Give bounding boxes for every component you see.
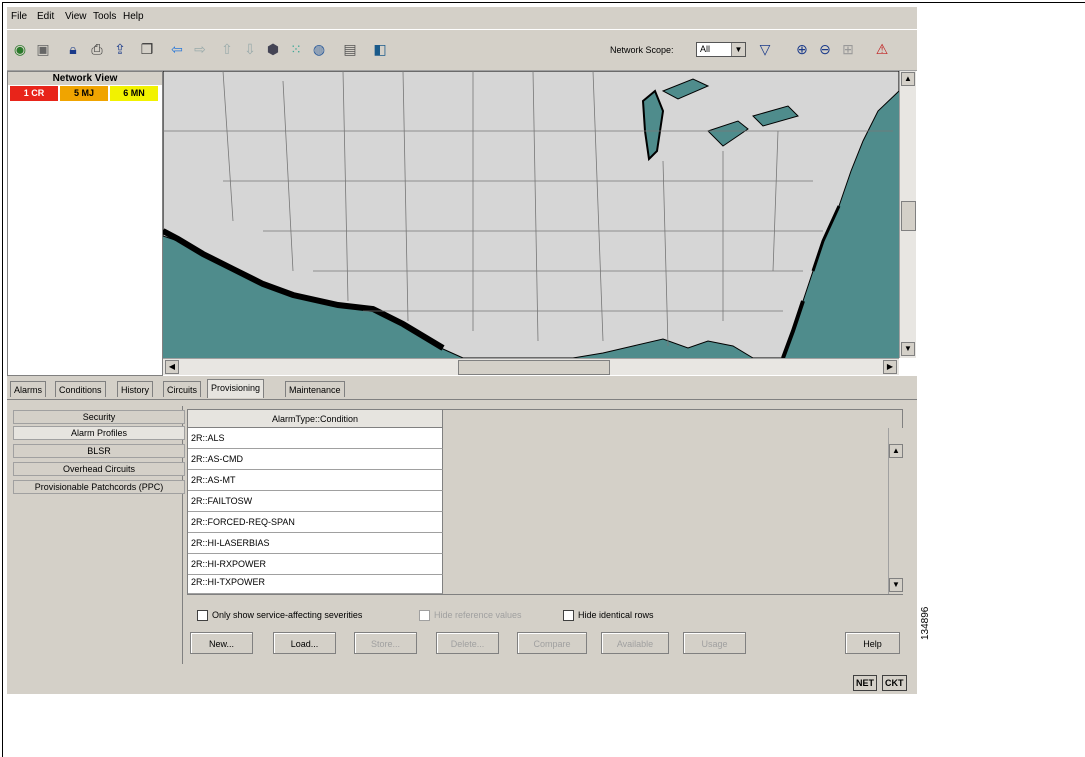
application-window: File Edit View Tools Help ◉ ▣ 🔒︎ ⎙ ⇪ ❐ ⇦… bbox=[7, 7, 917, 694]
table-row[interactable]: 2R::FORCED-REQ-SPAN bbox=[188, 512, 443, 533]
scroll-down-icon[interactable]: ▼ bbox=[889, 578, 903, 592]
table-row[interactable]: 2R::AS-CMD bbox=[188, 449, 443, 470]
delete-button[interactable]: Delete... bbox=[436, 632, 499, 654]
checkbox-box[interactable] bbox=[563, 610, 574, 622]
status-ckt: CKT bbox=[882, 675, 907, 691]
menu-edit[interactable]: Edit bbox=[37, 11, 54, 22]
scroll-up-icon[interactable]: ▲ bbox=[901, 72, 915, 86]
checkbox-hide-identical[interactable]: Hide identical rows bbox=[563, 610, 654, 622]
zoom-out-icon[interactable]: ⊖ bbox=[815, 39, 835, 59]
network-scope-label: Network Scope: bbox=[610, 45, 674, 55]
map-hscroll-thumb[interactable] bbox=[458, 360, 610, 375]
minor-alarm-badge[interactable]: 6 MN bbox=[110, 86, 158, 101]
table-vertical-scrollbar[interactable]: ▲ ▼ bbox=[888, 428, 903, 594]
print-icon[interactable]: ⎙ bbox=[87, 39, 107, 59]
pdf-icon[interactable]: ⚠ bbox=[872, 39, 892, 59]
help-button[interactable]: Help bbox=[845, 632, 900, 654]
menu-bar: File Edit View Tools Help bbox=[7, 7, 917, 27]
toolbar: ◉ ▣ 🔒︎ ⎙ ⇪ ❐ ⇦ ⇨ ⇧ ⇩ ⬢ ⁙ ◍ ▤ ◧ Network S… bbox=[7, 29, 917, 71]
side-item-alarm-profiles[interactable]: Alarm Profiles bbox=[13, 426, 185, 440]
compare-button[interactable]: Compare bbox=[517, 632, 587, 654]
tab-history[interactable]: History bbox=[117, 381, 154, 397]
load-button[interactable]: Load... bbox=[273, 632, 336, 654]
side-item-overhead-circuits[interactable]: Overhead Circuits bbox=[13, 462, 185, 476]
lock-icon[interactable]: 🔒︎ bbox=[63, 39, 83, 59]
globe-icon[interactable]: ◍ bbox=[309, 39, 329, 59]
tab-provisioning[interactable]: Provisioning bbox=[207, 379, 265, 398]
store-button[interactable]: Store... bbox=[354, 632, 417, 654]
table-row[interactable]: 2R::AS-MT bbox=[188, 470, 443, 491]
provisioning-panel: Security Alarm Profiles BLSR Overhead Ci… bbox=[7, 399, 917, 672]
tab-circuits[interactable]: Circuits bbox=[163, 381, 202, 397]
window-icon[interactable]: ❐ bbox=[137, 39, 157, 59]
table-row[interactable]: 2R::ALS bbox=[188, 428, 443, 449]
network-view-panel: Network View 1 CR 5 MJ 6 MN bbox=[7, 71, 163, 376]
network-scope-select[interactable]: All ▼ bbox=[696, 42, 746, 57]
side-item-security[interactable]: Security bbox=[13, 410, 185, 424]
checkbox-box[interactable] bbox=[197, 610, 208, 622]
alarm-profiles-table: AlarmType::Condition 2R::ALS 2R::AS-CMD … bbox=[187, 409, 903, 595]
map-horizontal-scrollbar[interactable]: ◀ ▶ bbox=[163, 358, 899, 375]
scroll-right-icon[interactable]: ▶ bbox=[883, 360, 897, 374]
table-row[interactable]: 2R::HI-RXPOWER bbox=[188, 554, 443, 575]
map-pane: ▲ ▼ ◀ ▶ bbox=[163, 71, 917, 376]
scroll-left-icon[interactable]: ◀ bbox=[165, 360, 179, 374]
network-map[interactable] bbox=[163, 71, 899, 358]
tab-bar: Alarms Conditions History Circuits Provi… bbox=[7, 379, 917, 399]
fit-icon[interactable]: ⊞ bbox=[838, 39, 858, 59]
tab-maintenance[interactable]: Maintenance bbox=[285, 381, 345, 397]
tab-alarms[interactable]: Alarms bbox=[10, 381, 47, 397]
checkbox-label: Hide reference values bbox=[434, 610, 522, 620]
menu-view[interactable]: View bbox=[65, 11, 87, 22]
figure-id: 134896 bbox=[920, 606, 931, 640]
checkbox-hide-reference[interactable]: Hide reference values bbox=[419, 610, 522, 622]
grid-icon[interactable]: ⁙ bbox=[286, 39, 306, 59]
home-icon[interactable]: ▣ bbox=[33, 39, 53, 59]
checkbox-label: Only show service-affecting severities bbox=[212, 610, 363, 620]
available-button[interactable]: Available bbox=[601, 632, 669, 654]
side-item-blsr[interactable]: BLSR bbox=[13, 444, 185, 458]
major-alarm-badge[interactable]: 5 MJ bbox=[60, 86, 108, 101]
chevron-down-icon: ▼ bbox=[731, 43, 745, 56]
menu-file[interactable]: File bbox=[11, 11, 27, 22]
network-view-title: Network View bbox=[8, 72, 162, 85]
map-vscroll-thumb[interactable] bbox=[901, 201, 916, 231]
status-net: NET bbox=[853, 675, 877, 691]
status-bar: NET CKT bbox=[7, 671, 917, 694]
new-button[interactable]: New... bbox=[190, 632, 253, 654]
down-icon[interactable]: ⇩ bbox=[240, 39, 260, 59]
scroll-down-icon[interactable]: ▼ bbox=[901, 342, 915, 356]
back-icon[interactable]: ⇦ bbox=[167, 39, 187, 59]
chart-icon[interactable]: ◧ bbox=[370, 39, 390, 59]
checkbox-label: Hide identical rows bbox=[578, 610, 654, 620]
network-scope-value: All bbox=[700, 44, 711, 54]
zoom-in-icon[interactable]: ⊕ bbox=[792, 39, 812, 59]
usage-button[interactable]: Usage bbox=[683, 632, 746, 654]
menu-tools[interactable]: Tools bbox=[93, 11, 116, 22]
globe-icon[interactable]: ◉ bbox=[10, 39, 30, 59]
tab-conditions[interactable]: Conditions bbox=[55, 381, 106, 397]
filter-icon[interactable]: ▽ bbox=[755, 39, 775, 59]
tile-icon[interactable]: ▤ bbox=[340, 39, 360, 59]
us-map-graphic bbox=[163, 71, 899, 358]
table-row[interactable]: 2R::HI-LASERBIAS bbox=[188, 533, 443, 554]
table-row[interactable]: 2R::FAILTOSW bbox=[188, 491, 443, 512]
up-icon[interactable]: ⇧ bbox=[217, 39, 237, 59]
column-header-alarmtype[interactable]: AlarmType::Condition bbox=[188, 410, 443, 428]
forward-icon[interactable]: ⇨ bbox=[190, 39, 210, 59]
scroll-up-icon[interactable]: ▲ bbox=[889, 444, 903, 458]
network-icon[interactable]: ⬢ bbox=[263, 39, 283, 59]
checkbox-service-affecting[interactable]: Only show service-affecting severities bbox=[197, 610, 363, 622]
table-row[interactable]: 2R::HI-TXPOWER bbox=[188, 575, 443, 594]
critical-alarm-badge[interactable]: 1 CR bbox=[10, 86, 58, 101]
map-vertical-scrollbar[interactable]: ▲ ▼ bbox=[899, 71, 916, 358]
export-icon[interactable]: ⇪ bbox=[110, 39, 130, 59]
menu-help[interactable]: Help bbox=[123, 11, 144, 22]
side-item-ppc[interactable]: Provisionable Patchcords (PPC) bbox=[13, 480, 185, 494]
checkbox-box[interactable] bbox=[419, 610, 430, 622]
provisioning-side-menu: Security Alarm Profiles BLSR Overhead Ci… bbox=[10, 406, 185, 664]
